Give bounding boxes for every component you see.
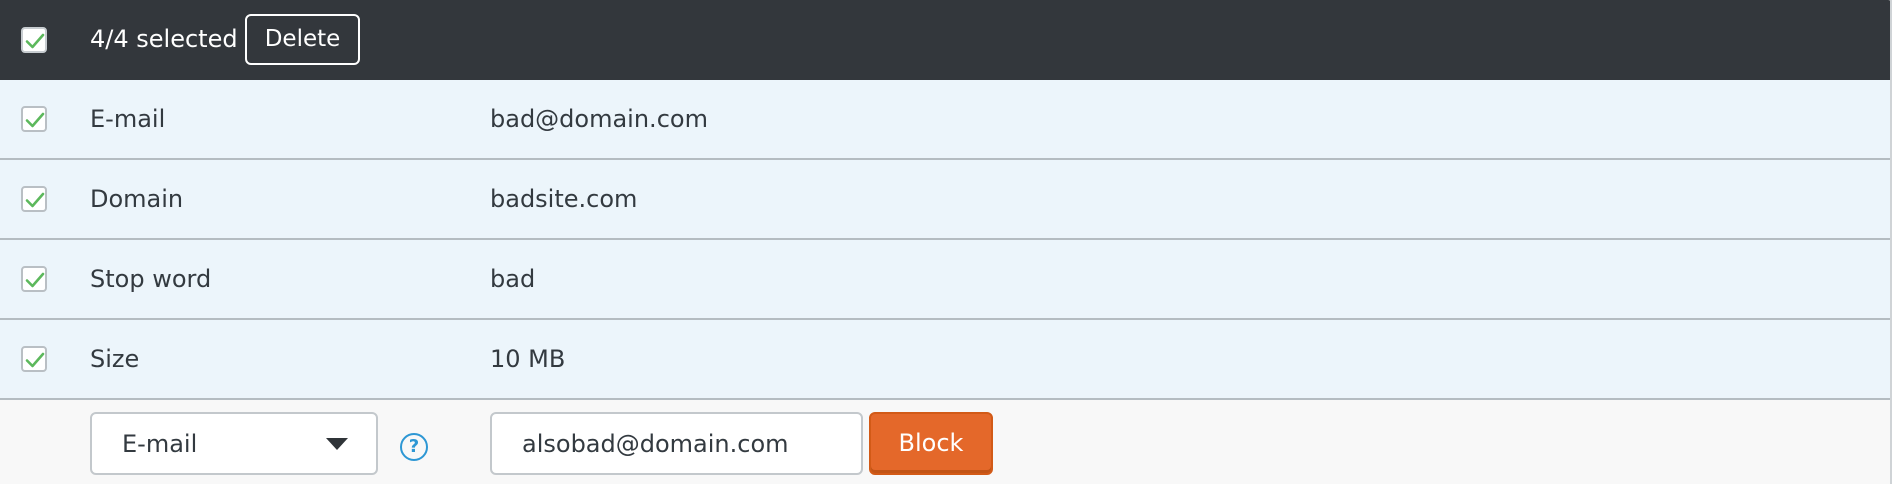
row-checkbox[interactable] [21,106,47,132]
item-type: E-mail [90,105,166,133]
item-value: bad@domain.com [490,105,708,133]
list-item[interactable]: Domain badsite.com [0,160,1890,240]
row-checkbox[interactable] [21,186,47,212]
block-type-select[interactable]: E-mail [90,412,378,475]
item-type: Size [90,345,140,373]
item-type: Stop word [90,265,212,293]
row-checkbox[interactable] [21,266,47,292]
item-value: bad [490,265,536,293]
block-button[interactable]: Block [869,412,993,475]
row-checkbox[interactable] [21,346,47,372]
blocklist-panel: 4/4 selected Delete E-mail bad@domain.co… [0,0,1892,484]
caret-down-icon [326,438,348,450]
blocked-items-list: E-mail bad@domain.com Domain badsite.com… [0,80,1890,400]
list-item[interactable]: E-mail bad@domain.com [0,80,1890,160]
selection-toolbar: 4/4 selected Delete [0,0,1890,80]
add-block-form: E-mail ? Block [0,400,1890,484]
block-value-input[interactable] [490,412,863,475]
checkmark-icon [25,112,45,128]
selected-count-label: 4/4 selected [90,25,238,53]
select-all-checkbox[interactable] [21,27,47,53]
list-item[interactable]: Stop word bad [0,240,1890,320]
item-type: Domain [90,185,184,213]
item-value: 10 MB [490,345,566,373]
checkmark-icon [25,192,45,208]
block-type-selected: E-mail [122,430,198,458]
checkmark-icon [25,272,45,288]
delete-button[interactable]: Delete [245,14,360,65]
item-value: badsite.com [490,185,638,213]
checkmark-icon [25,33,45,49]
list-item[interactable]: Size 10 MB [0,320,1890,400]
checkmark-icon [25,352,45,368]
question-circle-icon[interactable]: ? [400,433,428,461]
